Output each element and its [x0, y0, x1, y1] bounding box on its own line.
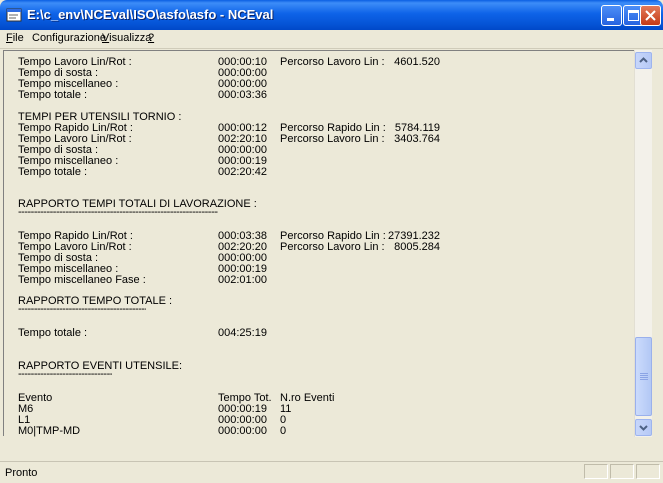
scroll-up-arrow-icon [639, 57, 648, 63]
s1-r4-time: 000:03:36 [218, 89, 267, 101]
app-icon[interactable] [6, 7, 22, 23]
event-row-n: 0 [280, 425, 287, 437]
s4-underline: ----------------------------------------… [18, 306, 146, 312]
s1-r1-pval: 4601.520 [394, 56, 440, 68]
close-button[interactable] [640, 5, 661, 26]
s3-r2-pval: 8005.284 [394, 241, 440, 253]
scroll-down-arrow-icon [639, 425, 648, 431]
close-icon [645, 10, 656, 21]
menu-bar: File Configurazione Visualizza ? [0, 30, 663, 49]
status-pane [610, 464, 634, 479]
menu-configurazione[interactable]: Configurazione [32, 32, 106, 44]
minimize-button[interactable] [601, 5, 622, 26]
event-row-tempo: 000:00:00 [218, 425, 267, 437]
menu-visualizza[interactable]: Visualizza [102, 32, 151, 44]
report-view[interactable]: Tempo Lavoro Lin/Rot : 000:00:10 Percors… [3, 50, 635, 437]
menu-visualizza-rest: isualizza [109, 32, 152, 44]
scroll-up-button[interactable] [635, 52, 652, 69]
menu-help-label: ? [148, 32, 155, 44]
window-title: E:\c_env\NCEval\ISO\asfo\asfo - NCEval [27, 7, 274, 22]
minimize-icon [607, 18, 614, 21]
s3-underline: ----------------------------------------… [18, 209, 218, 215]
status-pane [584, 464, 608, 479]
status-text: Pronto [5, 467, 38, 479]
event-row-evento: M0|TMP-MD [18, 425, 81, 437]
menu-file[interactable]: File [6, 32, 24, 44]
menu-file-rest: ile [12, 32, 24, 44]
s2-r2-pval: 3403.764 [394, 133, 440, 145]
s2-r5-time: 002:20:42 [218, 166, 267, 178]
thumb-grip-line [640, 377, 648, 378]
s1-r4-label: Tempo totale : [18, 89, 88, 101]
vertical-scrollbar[interactable] [634, 50, 652, 437]
s4-r1-label: Tempo totale : [18, 327, 88, 339]
thumb-grip-line [640, 379, 648, 380]
s4-r1-time: 004:25:19 [218, 327, 267, 339]
status-pane [636, 464, 660, 479]
s3-r5-label: Tempo miscellaneo Fase : [18, 274, 146, 286]
client-bottom-area [3, 437, 651, 461]
scroll-down-button[interactable] [635, 419, 652, 436]
status-bar: Pronto [0, 461, 663, 483]
s5-underline: ----------------------------------- [18, 371, 112, 377]
s3-r5-time: 002:01:00 [218, 274, 267, 286]
scroll-thumb[interactable] [635, 337, 652, 416]
app-window: E:\c_env\NCEval\ISO\asfo\asfo - NCEval F… [0, 0, 663, 483]
thumb-grip-line [640, 375, 648, 376]
menu-file-mnemonic: F [6, 32, 13, 44]
title-bar[interactable]: E:\c_env\NCEval\ISO\asfo\asfo - NCEval [0, 0, 663, 30]
thumb-grip-line [640, 373, 648, 374]
menu-help[interactable]: ? [148, 32, 154, 44]
s2-r5-label: Tempo totale : [18, 166, 88, 178]
